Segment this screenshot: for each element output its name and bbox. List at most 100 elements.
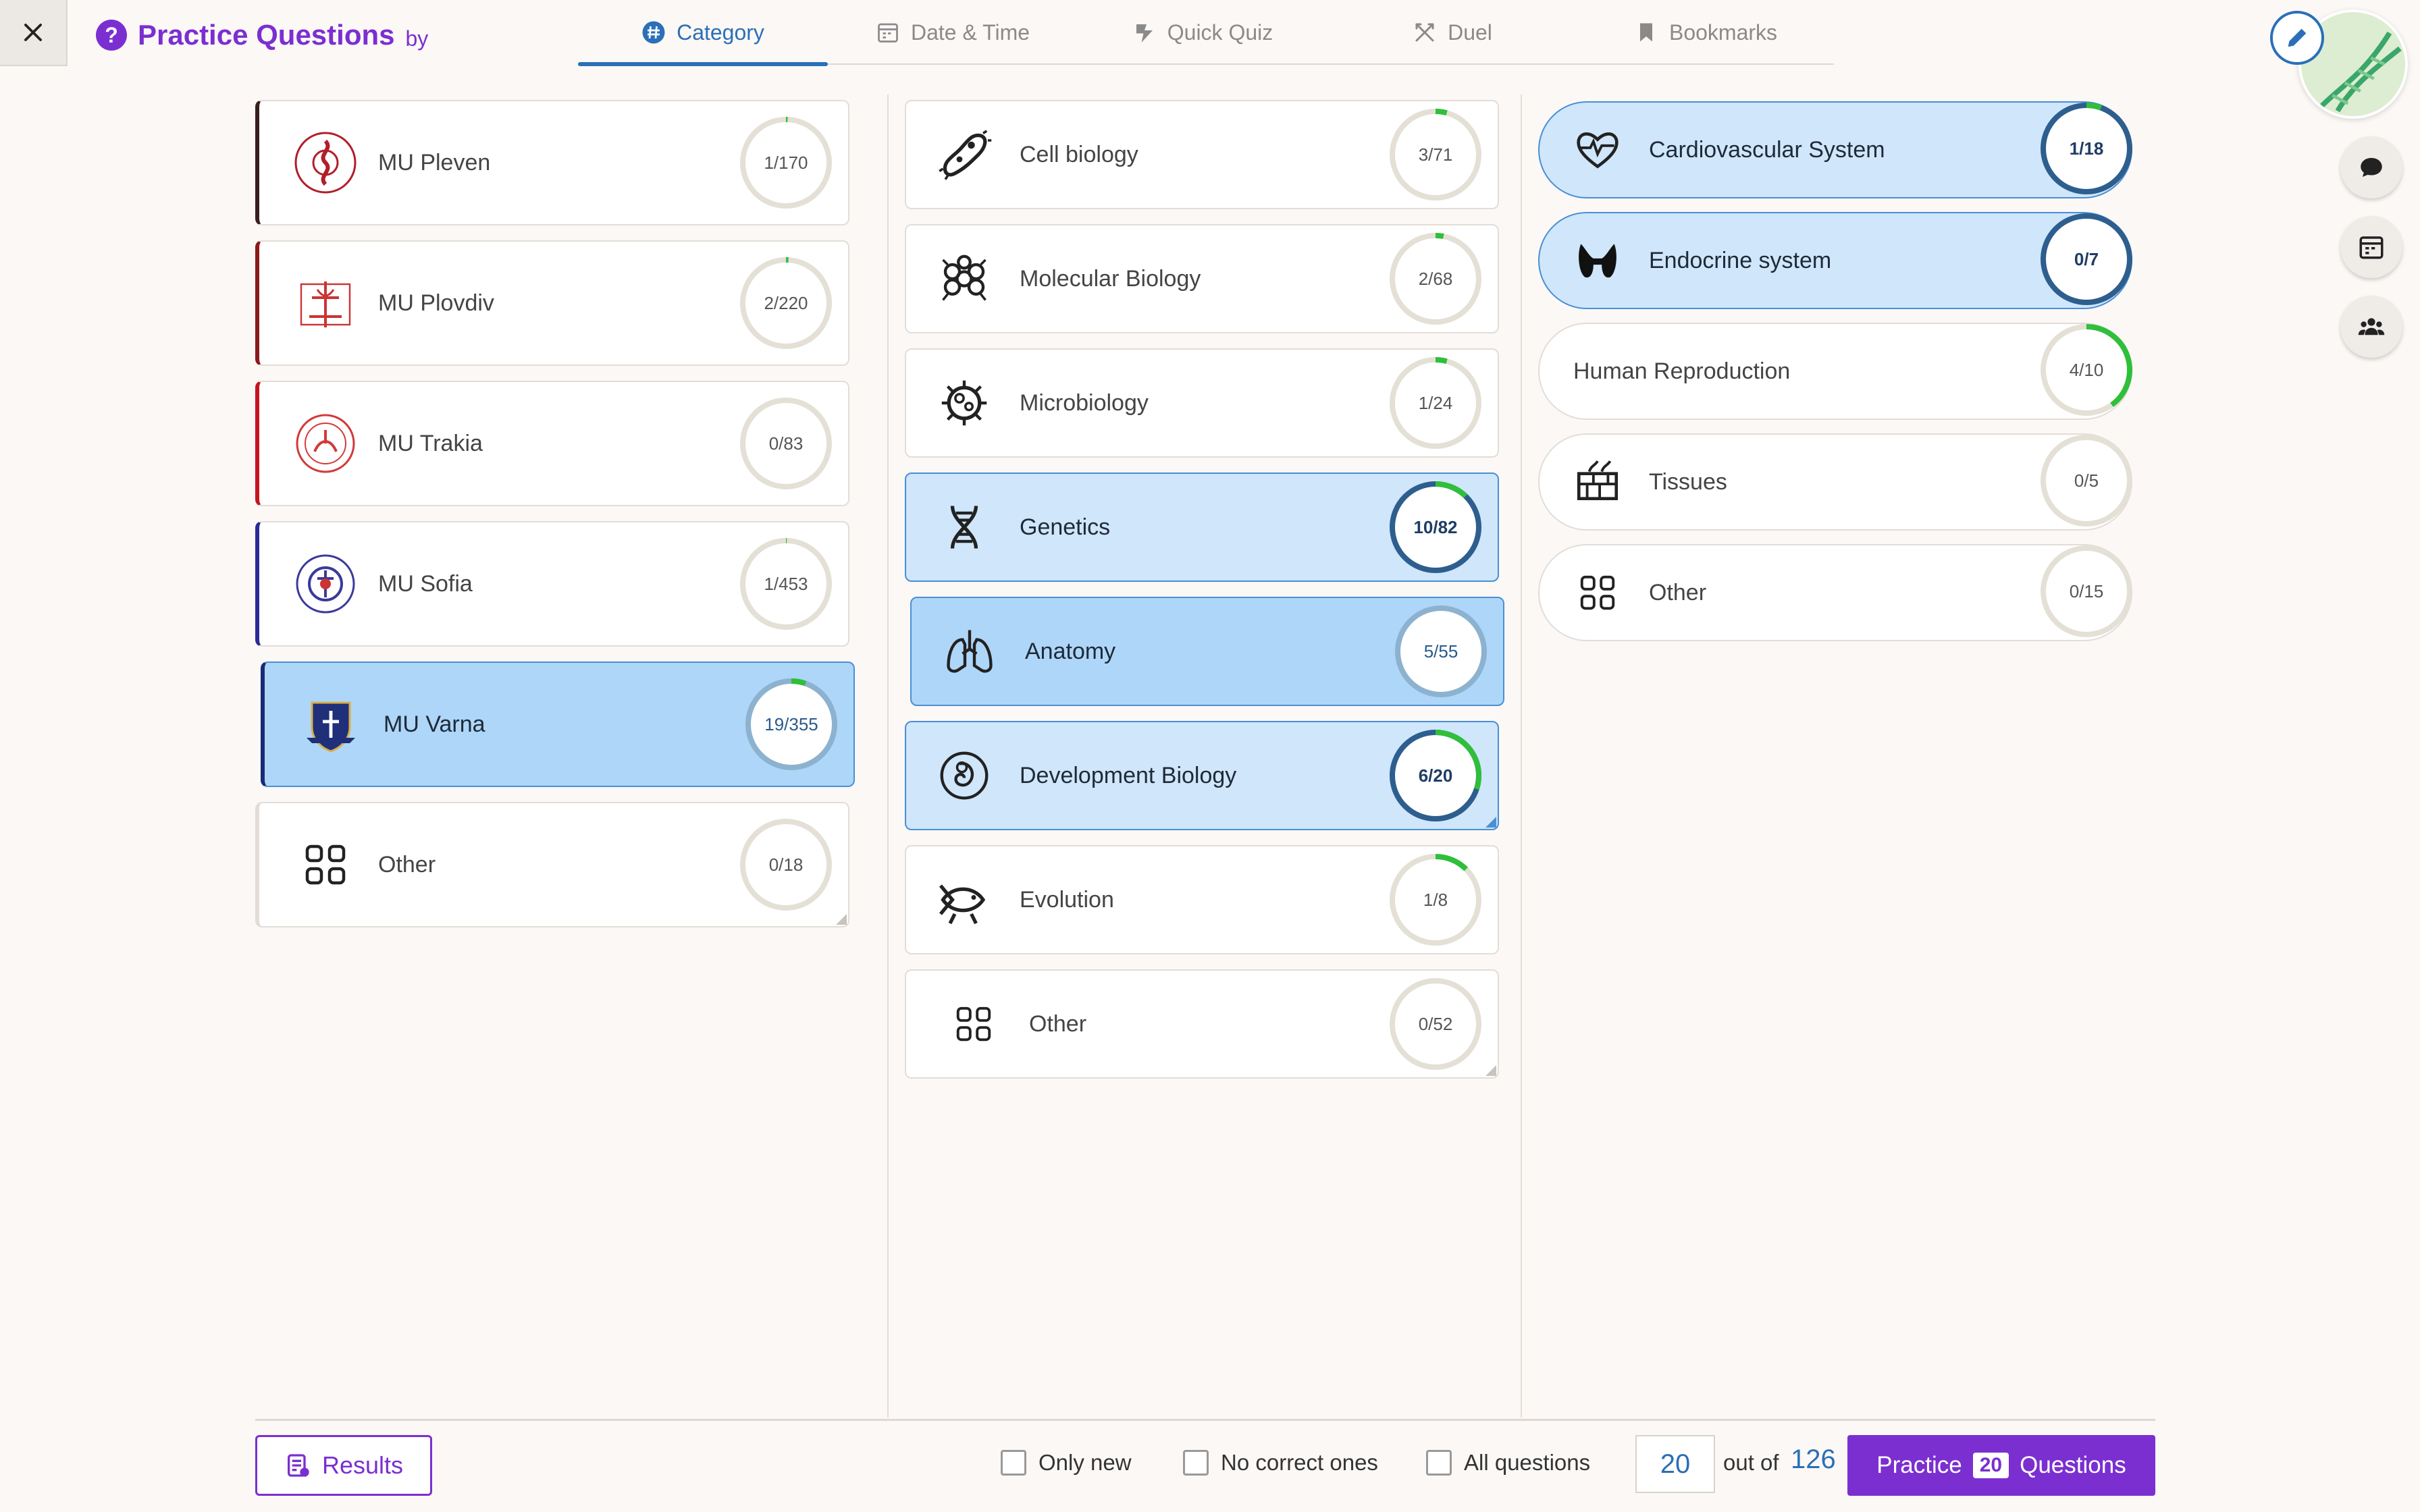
university-card-other[interactable]: Other 0/18 [255,802,849,927]
progress-ring: 2/220 [739,256,833,350]
subject-label: Anatomy [1025,638,1116,664]
system-card-cardiovascular[interactable]: Cardiovascular System 1/18 [1538,101,2132,198]
group-button[interactable] [2340,296,2402,358]
no-correct-label: No correct ones [1221,1450,1378,1475]
page-title-text: Practice Questions [138,19,395,51]
no-correct-checkbox[interactable]: No correct ones [1183,1450,1378,1476]
progress-text: 0/83 [768,433,804,454]
only-new-label: Only new [1038,1450,1132,1475]
grid-icon [293,832,358,897]
progress-text: 0/5 [2074,470,2099,491]
progress-ring: 2/68 [1388,232,1483,326]
progress-text: 4/10 [2069,359,2104,380]
column-divider [887,94,889,1418]
progress-text: 1/18 [2069,138,2104,159]
practice-button[interactable]: Practice 20 Questions [1847,1435,2155,1496]
tab-bookmarks-label: Bookmarks [1668,20,1778,45]
university-card-pleven[interactable]: MU Pleven 1/170 [255,100,849,225]
chat-button[interactable] [2340,136,2402,198]
progress-text: 0/15 [2069,580,2104,601]
progress-ring: 1/8 [1388,853,1483,947]
progress-text: 1/170 [764,152,808,173]
footer-divider [255,1419,2155,1421]
progress-text: 0/52 [1418,1013,1453,1034]
resize-handle [1485,1065,1496,1076]
resize-handle [836,914,847,925]
system-card-tissues[interactable]: Tissues 0/5 [1538,433,2132,531]
close-button[interactable] [0,0,68,66]
subject-card-development-biology[interactable]: Development Biology 6/20 [905,721,1499,830]
university-label: Other [378,851,436,878]
progress-text: 10/82 [1413,516,1458,537]
tab-bookmarks[interactable]: Bookmarks [1577,0,1834,65]
calendar-icon [878,23,898,43]
subject-card-molecular-biology[interactable]: Molecular Biology 2/68 [905,224,1499,333]
system-label: Other [1649,579,1707,605]
progress-ring: 4/10 [2039,323,2134,417]
system-label: Tissues [1649,468,1727,495]
subject-label: Genetics [1020,514,1111,540]
subject-label: Other [1029,1010,1087,1037]
tab-duel[interactable]: Duel [1327,0,1577,65]
progress-ring: 0/83 [739,396,833,491]
progress-ring: 0/18 [739,817,833,912]
progress-ring: 6/20 [1388,728,1483,823]
column-divider [1521,94,1522,1418]
system-card-other[interactable]: Other 0/15 [1538,544,2132,641]
mu-plovdiv-logo [293,271,358,335]
swords-icon [1415,23,1434,42]
tab-date-time[interactable]: Date & Time [828,0,1078,65]
question-count-input[interactable]: 20 [1635,1435,1715,1493]
university-label: MU Plovdiv [378,290,494,316]
checkbox-box[interactable] [1183,1450,1209,1476]
subject-label: Cell biology [1020,141,1138,167]
subject-label: Microbiology [1020,389,1149,416]
university-label: MU Pleven [378,149,491,176]
all-questions-label: All questions [1464,1450,1591,1475]
university-card-varna[interactable]: MU Varna 19/355 [261,662,855,787]
mu-sofia-logo [293,551,358,616]
tab-category[interactable]: Category [578,0,828,66]
tab-quick-quiz[interactable]: Quick Quiz [1078,0,1327,65]
cell-icon [936,126,993,183]
checkbox-box[interactable] [1426,1450,1452,1476]
page-title: ? Practice Questions by [96,15,428,55]
only-new-checkbox[interactable]: Only new [1001,1450,1132,1476]
university-label: MU Trakia [378,430,483,456]
hash-icon [642,21,665,44]
university-label: MU Sofia [378,570,473,597]
university-card-sofia[interactable]: MU Sofia 1/453 [255,521,849,647]
progress-ring: 19/355 [744,677,839,772]
all-questions-checkbox[interactable]: All questions [1426,1450,1590,1476]
results-button[interactable]: Results [255,1435,432,1496]
users-icon [2358,318,2385,335]
mu-trakia-logo [293,411,358,476]
progress-text: 5/55 [1423,641,1458,662]
practice-count-badge: 20 [1972,1453,2009,1478]
progress-ring: 5/55 [1394,604,1488,699]
subject-card-genetics[interactable]: Genetics 10/82 [905,473,1499,582]
tab-date-time-label: Date & Time [910,20,1030,45]
university-card-trakia[interactable]: MU Trakia 0/83 [255,381,849,506]
progress-ring: 0/15 [2039,544,2134,639]
subject-card-cell-biology[interactable]: Cell biology 3/71 [905,100,1499,209]
subject-card-anatomy[interactable]: Anatomy 5/55 [910,597,1504,706]
progress-ring: 10/82 [1388,480,1483,574]
university-card-plovdiv[interactable]: MU Plovdiv 2/220 [255,240,849,366]
system-card-endocrine[interactable]: Endocrine system 0/7 [1538,212,2132,309]
system-card-human-reproduction[interactable]: Human Reproduction 4/10 [1538,323,2132,420]
subject-card-other[interactable]: Other 0/52 [905,969,1499,1079]
subject-label: Evolution [1020,886,1114,913]
total-count: 126 [1791,1444,1836,1474]
progress-ring: 1/453 [739,537,833,631]
tissue-icon [1571,455,1625,509]
progress-text: 3/71 [1418,144,1453,165]
calendar-button[interactable] [2340,216,2402,278]
edit-button[interactable] [2270,11,2324,65]
subject-card-microbiology[interactable]: Microbiology 1/24 [905,348,1499,458]
progress-text: 6/20 [1418,765,1453,786]
progress-text: 0/18 [768,854,804,875]
checkbox-box[interactable] [1001,1450,1026,1476]
question-icon: ? [96,20,127,51]
subject-card-evolution[interactable]: Evolution 1/8 [905,845,1499,954]
